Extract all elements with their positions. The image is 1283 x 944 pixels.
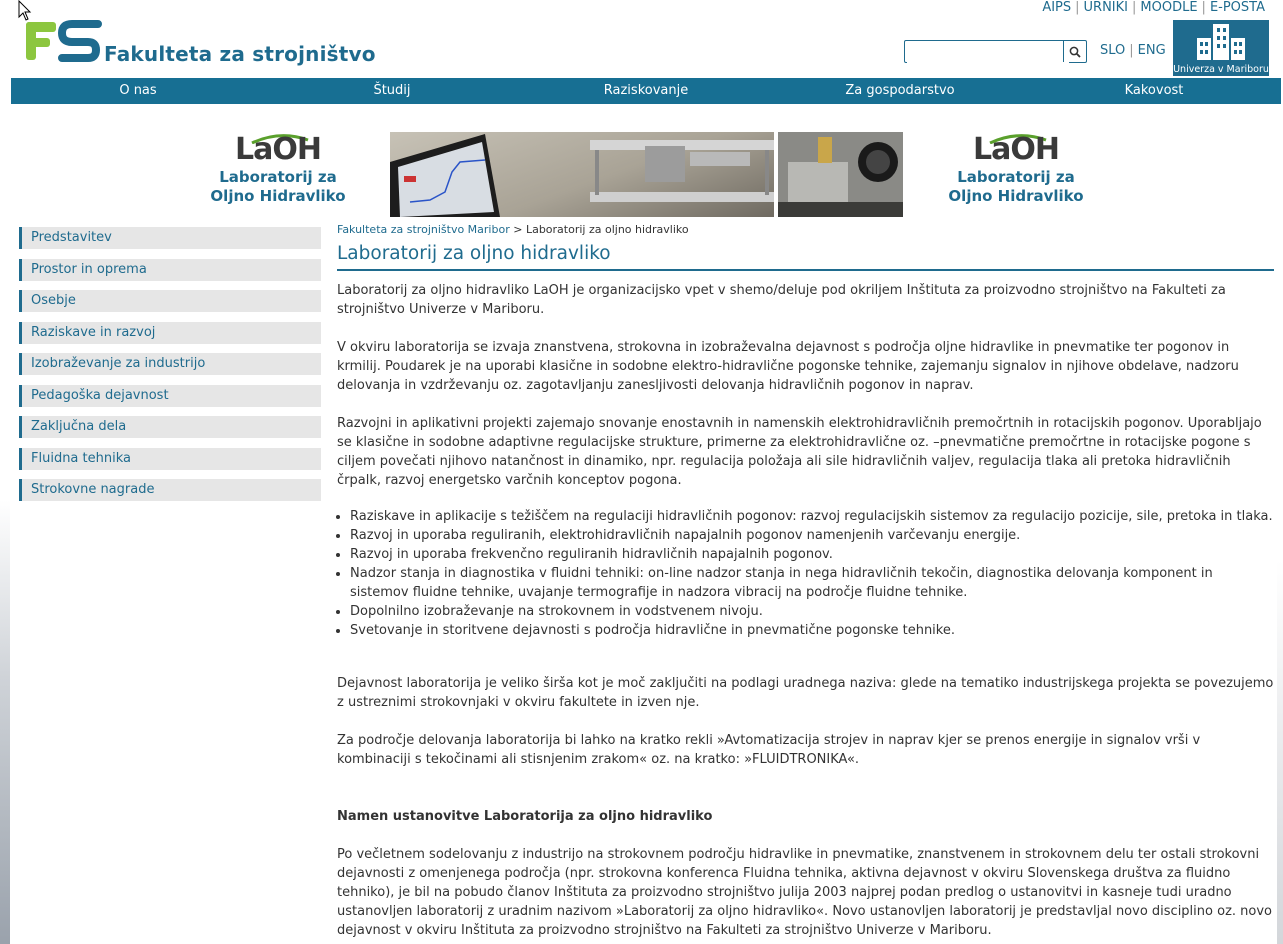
activity-list: Raziskave in aplikacije s težiščem na re… <box>337 507 1274 640</box>
search-icon <box>1069 46 1081 58</box>
section-heading: Namen ustanovitve Laboratorija za oljno … <box>337 809 713 824</box>
language-switch: SLO | ENG <box>1100 43 1166 58</box>
faculty-logo[interactable]: Fakulteta za strojništvo <box>24 20 376 66</box>
list-item: Dopolnilno izobraževanje na strokovnem i… <box>350 602 1274 621</box>
sidebar-item-fluidna-tehnika[interactable]: Fluidna tehnika <box>19 447 321 470</box>
sidebar-item-raziskave-in-razvoj[interactable]: Raziskave in razvoj <box>19 321 321 344</box>
lang-eng[interactable]: ENG <box>1138 43 1166 58</box>
faculty-name: Fakulteta za strojništvo <box>104 42 376 66</box>
university-caption: Univerza v Mariboru <box>1173 64 1269 75</box>
search-input[interactable] <box>907 42 1069 63</box>
header-banner: LaOH Laboratorij za Oljno Hidravliko LaO… <box>0 132 1283 218</box>
list-item: Svetovanje in storitvene dejavnosti s po… <box>350 621 1274 640</box>
lab-logo-mark: LaOH <box>235 132 322 167</box>
list-item: Razvoj in uporaba reguliranih, elektrohi… <box>350 526 1274 545</box>
main-content: Fakulteta za strojništvo Maribor > Labor… <box>337 222 1274 940</box>
lab-logo-left: LaOH Laboratorij za Oljno Hidravliko <box>198 132 358 218</box>
separator: | <box>1129 43 1134 58</box>
nav-item-za-gospodarstvo[interactable]: Za gospodarstvo <box>773 78 1027 104</box>
search-button[interactable] <box>1063 41 1086 62</box>
lab-logo-line2: Oljno Hidravliko <box>210 187 346 205</box>
sidebar-item-izobrazevanje-za-industrijo[interactable]: Izobraževanje za industrijo <box>19 353 321 375</box>
lab-logo-line2: Oljno Hidravliko <box>948 187 1084 205</box>
lab-logo-mark: LaOH <box>973 132 1060 167</box>
sidebar-menu: Predstavitev Prostor in oprema Osebje Ra… <box>19 227 321 511</box>
window-edge-right <box>1277 560 1283 944</box>
top-link-urniki[interactable]: URNIKI <box>1080 0 1132 15</box>
sidebar-item-pedagoska-dejavnost[interactable]: Pedagoška dejavnost <box>19 384 321 407</box>
sidebar-item-osebje[interactable]: Osebje <box>19 290 321 312</box>
breadcrumb-current: Laboratorij za oljno hidravliko <box>525 223 689 236</box>
lab-photo-computer-image <box>390 134 774 217</box>
lab-logo-right: LaOH Laboratorij za Oljno Hidravliko <box>936 132 1096 218</box>
paragraph-founding: Po večletnem sodelovanju z industrijo na… <box>337 847 1272 938</box>
search-box <box>904 40 1087 63</box>
university-logo[interactable]: Univerza v Mariboru <box>1173 20 1269 76</box>
list-item: Razvoj in uporaba frekvenčno reguliranih… <box>350 545 1274 564</box>
fs-logo-icon <box>26 20 102 62</box>
top-link-moodle[interactable]: MOODLE <box>1136 0 1201 15</box>
lab-photo-computer <box>390 132 774 217</box>
paragraph-fluidtronika: Za področje delovanja laboratorija bi la… <box>337 733 1201 767</box>
top-link-eposta[interactable]: E-POŠTA <box>1206 0 1269 15</box>
sidebar-item-zakljucna-dela[interactable]: Zaključna dela <box>19 416 321 438</box>
list-item: Raziskave in aplikacije s težiščem na re… <box>350 507 1274 526</box>
paragraph-intro: Laboratorij za oljno hidravliko LaOH je … <box>337 283 1226 317</box>
separator: | <box>1075 0 1080 15</box>
lang-slo[interactable]: SLO <box>1100 43 1125 58</box>
paragraph-activities: V okviru laboratorija se izvaja znanstve… <box>337 340 1239 393</box>
university-building-icon <box>1197 24 1245 60</box>
mouse-cursor-icon <box>18 0 32 21</box>
top-links: AIPS | URNIKI | MOODLE | E-POŠTA <box>1038 0 1269 15</box>
breadcrumb-home[interactable]: Fakulteta za strojništvo Maribor <box>337 223 510 236</box>
window-edge <box>0 500 10 944</box>
nav-item-kakovost[interactable]: Kakovost <box>1027 78 1281 104</box>
top-link-aips[interactable]: AIPS <box>1038 0 1075 15</box>
lab-logo-line1: Laboratorij za <box>219 168 337 186</box>
nav-item-o-nas[interactable]: O nas <box>11 78 265 104</box>
lab-photo-hydraulics-image <box>778 132 903 217</box>
sidebar-item-strokovne-nagrade[interactable]: Strokovne nagrade <box>19 479 321 501</box>
page-title: Laboratorij za oljno hidravliko <box>337 242 1274 271</box>
nav-item-raziskovanje[interactable]: Raziskovanje <box>519 78 773 104</box>
sidebar-item-predstavitev[interactable]: Predstavitev <box>19 227 321 249</box>
list-item: Nadzor stanja in diagnostika v fluidni t… <box>350 564 1274 602</box>
lab-photo-hydraulics <box>778 132 903 217</box>
sidebar-item-prostor-in-oprema[interactable]: Prostor in oprema <box>19 258 321 281</box>
paragraph-scope: Dejavnost laboratorija je veliko širša k… <box>337 676 1274 710</box>
breadcrumb-separator: > <box>509 223 526 236</box>
nav-item-studij[interactable]: Študij <box>265 78 519 104</box>
lab-logo-line1: Laboratorij za <box>957 168 1075 186</box>
paragraph-projects: Razvojni in aplikativni projekti zajemaj… <box>337 416 1262 488</box>
main-nav: O nas Študij Raziskovanje Za gospodarstv… <box>11 78 1281 104</box>
breadcrumb: Fakulteta za strojništvo Maribor > Labor… <box>337 222 1274 238</box>
